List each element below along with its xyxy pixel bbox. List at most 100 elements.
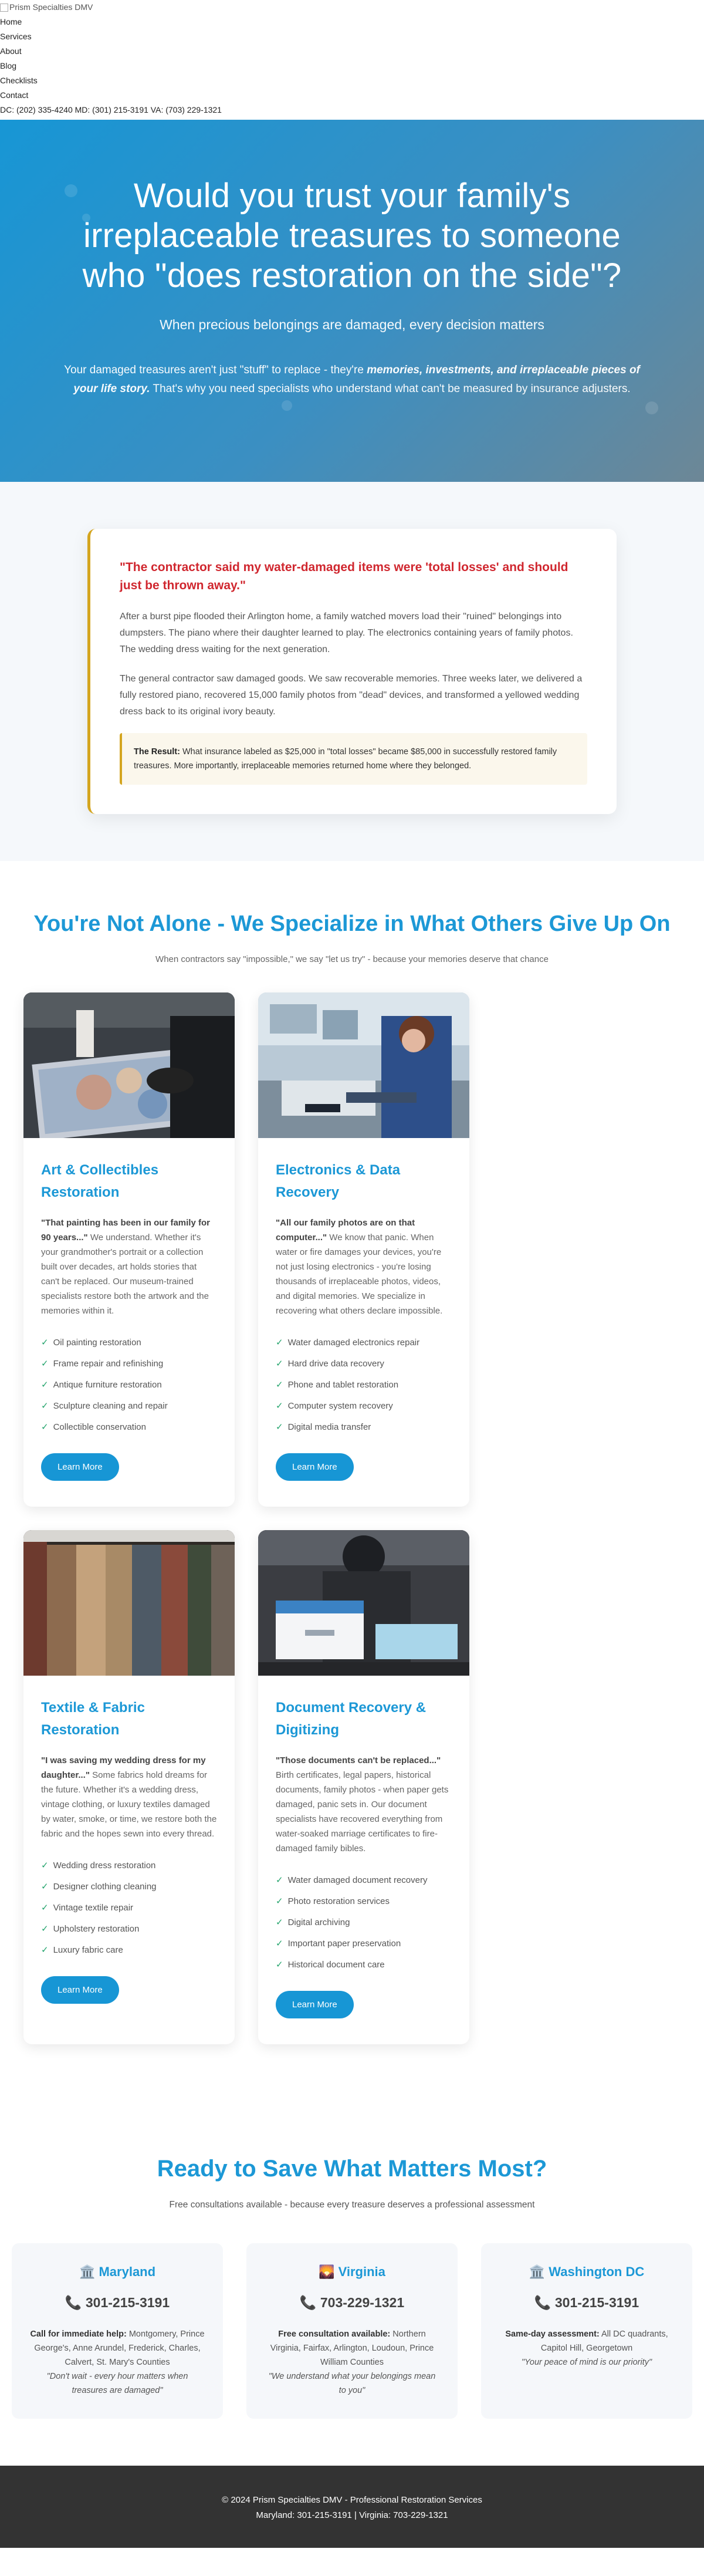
learn-more-button[interactable]: Learn More	[276, 1991, 354, 2018]
state-cards: 🏛️ Maryland 📞 301-215-3191 Call for imme…	[0, 2243, 704, 2419]
phone-number[interactable]: 301-215-3191	[555, 2295, 639, 2310]
check-icon: ✓	[276, 1939, 283, 1949]
check-icon: ✓	[41, 1903, 49, 1913]
learn-more-button[interactable]: Learn More	[276, 1453, 354, 1481]
building-icon: 🏛️	[529, 2264, 546, 2279]
card-description: "That painting has been in our family fo…	[41, 1216, 217, 1318]
feature-item: ✓ Water damaged document recovery	[276, 1870, 452, 1891]
feature-label: Historical document care	[287, 1960, 385, 1970]
coverage-label: Same-day assessment:	[505, 2329, 600, 2339]
phone-number[interactable]: 301-215-3191	[86, 2295, 170, 2310]
hero-title: Would you trust your family's irreplacea…	[82, 177, 622, 295]
state-label: Washington DC	[549, 2264, 645, 2279]
state-quote: "Don't wait - every hour matters when tr…	[46, 2372, 188, 2395]
feature-label: Water damaged document recovery	[287, 1875, 428, 1885]
story-paragraph: The general contractor saw damaged goods…	[120, 674, 583, 717]
nav-link-home[interactable]: Home	[0, 15, 704, 29]
services-grid: Art & Collectibles Restoration "That pai…	[12, 964, 692, 2044]
check-icon: ✓	[41, 1380, 49, 1390]
state-phone[interactable]: 📞 703-229-1321	[264, 2295, 440, 2311]
service-card-electronics: Electronics & Data Recovery "All our fam…	[258, 992, 469, 1507]
feature-item: ✓ Phone and tablet restoration	[276, 1375, 452, 1396]
decor-dot	[645, 401, 658, 414]
services-tagline: When contractors say "impossible," we sa…	[155, 954, 549, 964]
top-nav: Prism Specialties DMV Home Services Abou…	[0, 0, 704, 120]
hero-subtitle: When precious belongings are damaged, ev…	[160, 317, 544, 332]
card-body: Electronics & Data Recovery "All our fam…	[258, 1138, 469, 1481]
nav-link-about[interactable]: About	[0, 44, 704, 59]
state-phone[interactable]: 📞 301-215-3191	[29, 2295, 205, 2311]
card-feature-list: ✓ Oil painting restoration ✓ Frame repair …	[41, 1332, 217, 1438]
art-photo	[23, 992, 235, 1138]
learn-more-button[interactable]: Learn More	[41, 1976, 119, 2004]
card-feature-list: ✓ Water damaged document recovery ✓ Photo …	[276, 1870, 452, 1976]
hero-desc-text: Your damaged treasures aren't just "stuf…	[64, 364, 367, 376]
electronics-photo	[258, 992, 469, 1138]
card-lead: "Those documents can't be replaced..."	[276, 1755, 441, 1765]
service-card-textile: Textile & Fabric Restoration "I was savi…	[23, 1530, 235, 2044]
feature-label: Vintage textile repair	[53, 1903, 134, 1913]
coverage-label: Free consultation available:	[278, 2329, 391, 2339]
check-icon: ✓	[41, 1401, 49, 1411]
story-card: "The contractor said my water-damaged it…	[87, 529, 617, 814]
card-title: Textile & Fabric Restoration	[41, 1700, 145, 1738]
textile-photo	[23, 1530, 235, 1676]
logo-alt-text: Prism Specialties DMV	[9, 2, 93, 12]
contact-tagline: Free consultations available - because e…	[169, 2200, 535, 2210]
feature-item: ✓ Upholstery restoration	[41, 1919, 217, 1940]
state-label: Maryland	[99, 2264, 156, 2279]
sunrise-icon: 🌄	[319, 2264, 335, 2279]
nav-link-contact[interactable]: Contact	[0, 88, 704, 103]
coverage-label: Call for immediate help:	[30, 2329, 127, 2339]
feature-item: ✓ Hard drive data recovery	[276, 1353, 452, 1375]
state-quote: "We understand what your belongings mean…	[268, 2372, 436, 2395]
feature-label: Sculpture cleaning and repair	[53, 1401, 168, 1411]
nav-link-checklists[interactable]: Checklists	[0, 73, 704, 88]
story-quote: "The contractor said my water-damaged it…	[120, 561, 568, 592]
check-icon: ✓	[41, 1359, 49, 1369]
nav-link-blog[interactable]: Blog	[0, 59, 704, 73]
card-description: "I was saving my wedding dress for my da…	[41, 1753, 217, 1841]
card-text: Birth certificates, legal papers, histor…	[276, 1770, 449, 1853]
nav-link-services[interactable]: Services	[0, 29, 704, 44]
check-icon: ✓	[41, 1945, 49, 1955]
card-description: "Those documents can't be replaced..." B…	[276, 1753, 452, 1856]
feature-item: ✓ Oil painting restoration	[41, 1332, 217, 1353]
card-feature-list: ✓ Wedding dress restoration ✓ Designer clo…	[41, 1855, 217, 1961]
decor-dot	[282, 400, 292, 411]
story-paragraph: After a burst pipe flooded their Arlingt…	[120, 612, 573, 654]
building-icon: 🏛️	[79, 2264, 96, 2279]
services-title: You're Not Alone - We Specialize in What…	[33, 911, 671, 936]
logo[interactable]: Prism Specialties DMV	[0, 0, 704, 15]
state-name: 🌄 Virginia	[264, 2264, 440, 2280]
feature-item: ✓ Historical document care	[276, 1954, 452, 1976]
phone-icon: 📞	[534, 2295, 551, 2310]
check-icon: ✓	[276, 1875, 283, 1885]
feature-label: Frame repair and refinishing	[53, 1359, 164, 1369]
check-icon: ✓	[41, 1924, 49, 1934]
broken-image-icon	[0, 3, 8, 12]
footer-copyright: © 2024 Prism Specialties DMV - Professio…	[222, 2495, 482, 2505]
check-icon: ✓	[41, 1338, 49, 1348]
result-label: The Result:	[134, 747, 180, 757]
footer: © 2024 Prism Specialties DMV - Professio…	[0, 2466, 704, 2548]
card-feature-list: ✓ Water damaged electronics repair ✓ Hard …	[276, 1332, 452, 1438]
phone-number[interactable]: 703-229-1321	[320, 2295, 404, 2310]
nav-contact-phones: DC: (202) 335-4240 MD: (301) 215-3191 VA…	[0, 105, 222, 114]
decor-dot	[65, 184, 77, 197]
check-icon: ✓	[276, 1380, 283, 1390]
card-body: Art & Collectibles Restoration "That pai…	[23, 1138, 235, 1481]
contact-title: Ready to Save What Matters Most?	[157, 2156, 547, 2182]
feature-item: ✓ Photo restoration services	[276, 1891, 452, 1912]
hero-desc-text: That's why you need specialists who unde…	[150, 383, 631, 395]
state-card-maryland: 🏛️ Maryland 📞 301-215-3191 Call for imme…	[12, 2243, 223, 2419]
check-icon: ✓	[41, 1882, 49, 1892]
card-title: Art & Collectibles Restoration	[41, 1162, 159, 1200]
footer-phones: Maryland: 301-215-3191 | Virginia: 703-2…	[256, 2510, 448, 2520]
contact-section: Ready to Save What Matters Most? Free co…	[0, 2068, 704, 2466]
learn-more-button[interactable]: Learn More	[41, 1453, 119, 1481]
card-text: We know that panic. When water or fire d…	[276, 1233, 443, 1316]
feature-label: Designer clothing cleaning	[53, 1882, 157, 1892]
feature-label: Wedding dress restoration	[53, 1861, 156, 1871]
state-phone[interactable]: 📞 301-215-3191	[499, 2295, 675, 2311]
